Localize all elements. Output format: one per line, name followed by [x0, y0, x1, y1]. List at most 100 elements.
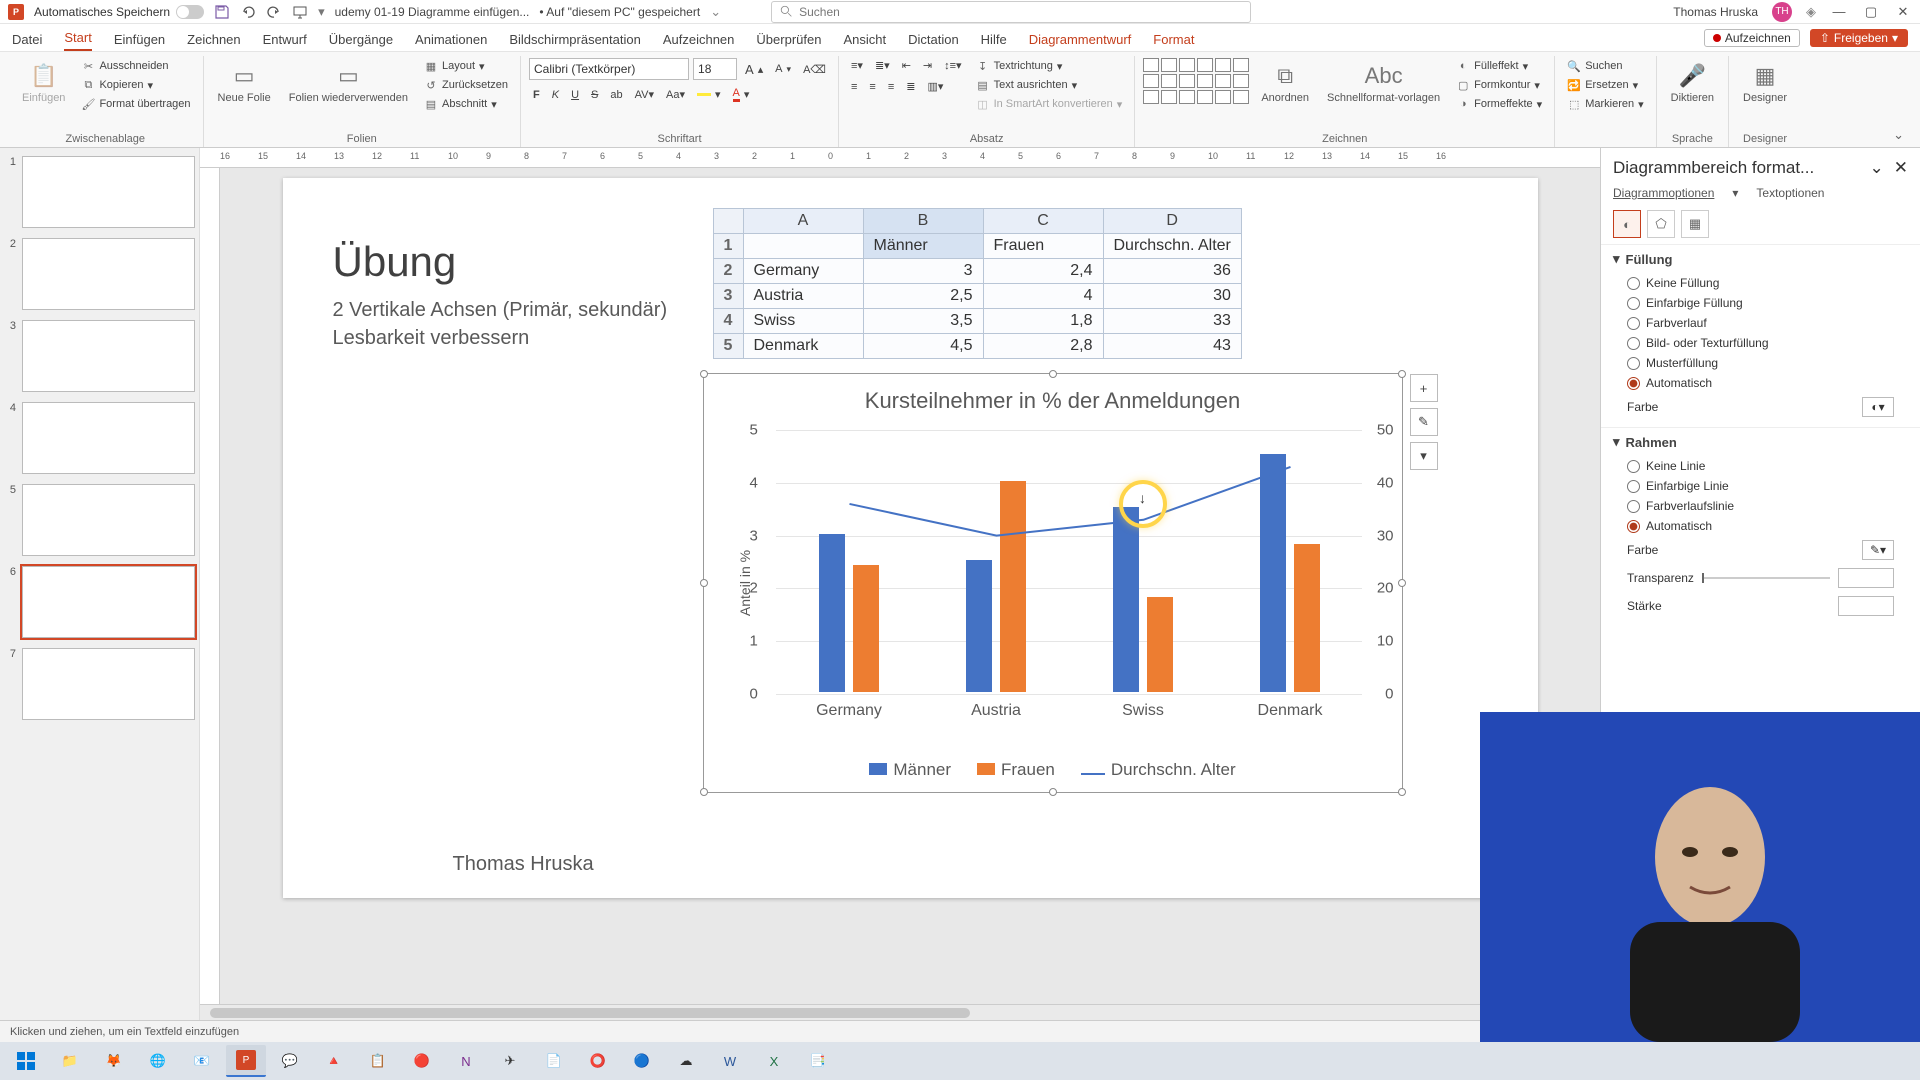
dictate-button[interactable]: 🎤Diktieren — [1665, 58, 1720, 108]
border-color-button[interactable]: ✎▾ — [1862, 540, 1894, 560]
present-icon[interactable] — [292, 4, 308, 20]
align-right-button[interactable]: ≡ — [884, 80, 898, 94]
onenote-icon[interactable]: N — [446, 1045, 486, 1077]
designer-button[interactable]: ▦Designer — [1737, 58, 1793, 108]
border-section-header[interactable]: ▾Rahmen — [1613, 434, 1908, 450]
format-painter-button[interactable]: 🖌Format übertragen — [77, 96, 194, 112]
tab-start[interactable]: Start — [64, 30, 91, 51]
slide-thumbnails[interactable]: 1 2 3 4 5 6 7 — [0, 148, 200, 1020]
reuse-slides-button[interactable]: ▭Folien wiederverwenden — [283, 58, 414, 108]
chart-legend[interactable]: Männer Frauen Durchschn. Alter — [704, 760, 1402, 780]
tab-format[interactable]: Format — [1153, 32, 1194, 51]
title-dropdown-icon[interactable]: ⌄ — [710, 4, 721, 20]
tab-review[interactable]: Überprüfen — [756, 32, 821, 51]
reset-button[interactable]: ↺Zurücksetzen — [420, 77, 512, 93]
section-button[interactable]: ▤Abschnitt▾ — [420, 96, 512, 112]
fill-solid-radio[interactable]: Einfarbige Füllung — [1613, 293, 1908, 313]
select-button[interactable]: ⬚Markieren▾ — [1563, 96, 1647, 112]
explorer-icon[interactable]: 📁 — [50, 1045, 90, 1077]
cut-button[interactable]: ✂Ausschneiden — [77, 58, 194, 74]
user-name[interactable]: Thomas Hruska — [1673, 5, 1758, 19]
font-family-combo[interactable]: Calibri (Textkörper) — [529, 58, 689, 80]
layout-button[interactable]: ▦Layout▾ — [420, 58, 512, 74]
app-icon-6[interactable]: 🔵 — [622, 1045, 662, 1077]
pane-dropdown-icon[interactable]: ⌄ — [1870, 158, 1884, 178]
shape-fill-button[interactable]: ◐Fülleffekt▾ — [1452, 58, 1546, 74]
fill-pattern-radio[interactable]: Musterfüllung — [1613, 353, 1908, 373]
highlight-button[interactable]: ▾ — [693, 87, 725, 102]
numbering-button[interactable]: ≣▾ — [871, 58, 894, 73]
border-auto-radio[interactable]: Automatisch — [1613, 516, 1908, 536]
clear-format-button[interactable]: A⌫ — [799, 62, 830, 77]
fill-auto-radio[interactable]: Automatisch — [1613, 373, 1908, 393]
line-spacing-button[interactable]: ↕≡▾ — [940, 58, 965, 73]
transparency-spinner[interactable] — [1838, 568, 1894, 588]
chart-title[interactable]: Kursteilnehmer in % der Anmeldungen — [704, 374, 1402, 414]
app-icon-5[interactable]: ⭕ — [578, 1045, 618, 1077]
width-spinner[interactable] — [1838, 596, 1894, 616]
smartart-button[interactable]: ◫In SmartArt konvertieren▾ — [972, 96, 1127, 112]
char-spacing-button[interactable]: AV▾ — [631, 87, 658, 102]
thumb-2[interactable]: 2 — [4, 238, 195, 310]
text-direction-button[interactable]: ↧Textrichtung▾ — [972, 58, 1127, 74]
thumb-1[interactable]: 1 — [4, 156, 195, 228]
align-center-button[interactable]: ≡ — [865, 80, 879, 94]
underline-button[interactable]: U — [567, 88, 583, 102]
align-text-button[interactable]: ▤Text ausrichten▾ — [972, 77, 1127, 93]
chart-elements-button[interactable]: + — [1410, 374, 1438, 402]
tab-design[interactable]: Entwurf — [263, 32, 307, 51]
save-location[interactable]: • Auf "diesem PC" gespeichert — [539, 5, 700, 19]
telegram-icon[interactable]: ✈ — [490, 1045, 530, 1077]
shadow-button[interactable]: ab — [606, 88, 626, 102]
columns-button[interactable]: ▥▾ — [923, 79, 947, 94]
tab-draw[interactable]: Zeichnen — [187, 32, 240, 51]
redo-icon[interactable] — [266, 4, 282, 20]
grow-font-button[interactable]: A▴ — [741, 61, 767, 78]
shrink-font-button[interactable]: A▾ — [771, 62, 795, 76]
avatar[interactable]: TH — [1772, 2, 1792, 22]
indent-inc-button[interactable]: ⇥ — [919, 58, 936, 73]
chart-data-table[interactable]: ABCD 1MännerFrauenDurchschn. Alter 2Germ… — [713, 208, 1242, 359]
new-slide-button[interactable]: ▭Neue Folie — [212, 58, 277, 108]
maximize-button[interactable]: ▢ — [1862, 3, 1880, 21]
chart-object[interactable]: + ✎ ▾ Kursteilnehmer in % der Anmeldunge… — [703, 373, 1403, 793]
app-icon-3[interactable]: 🔴 — [402, 1045, 442, 1077]
powerpoint-taskbar-icon[interactable]: P — [226, 1045, 266, 1077]
font-color-button[interactable]: A▾ — [729, 86, 754, 103]
horizontal-scrollbar[interactable] — [200, 1004, 1600, 1020]
chrome-icon[interactable]: 🌐 — [138, 1045, 178, 1077]
tab-chartdesign[interactable]: Diagrammentwurf — [1029, 32, 1132, 51]
tab-animations[interactable]: Animationen — [415, 32, 487, 51]
share-button[interactable]: ⇧Freigeben▾ — [1810, 29, 1908, 47]
fill-color-button[interactable]: ◐▾ — [1862, 397, 1894, 417]
bold-button[interactable]: F — [529, 88, 544, 102]
autosave-toggle[interactable]: Automatisches Speichern — [34, 5, 204, 19]
ribbon-collapse-button[interactable]: ⌄ — [1885, 123, 1912, 147]
outlook-icon[interactable]: 📧 — [182, 1045, 222, 1077]
border-none-radio[interactable]: Keine Linie — [1613, 456, 1908, 476]
app-icon-4[interactable]: 📄 — [534, 1045, 574, 1077]
quick-styles-button[interactable]: AbcSchnellformat-vorlagen — [1321, 58, 1446, 108]
excel-icon[interactable]: X — [754, 1045, 794, 1077]
tab-transitions[interactable]: Übergänge — [329, 32, 393, 51]
app-icon-1[interactable]: 💬 — [270, 1045, 310, 1077]
border-gradient-radio[interactable]: Farbverlaufslinie — [1613, 496, 1908, 516]
slide-canvas[interactable]: Übung 2 Vertikale Achsen (Primär, sekund… — [283, 178, 1538, 898]
thumb-7[interactable]: 7 — [4, 648, 195, 720]
vlc-icon[interactable]: 🔺 — [314, 1045, 354, 1077]
app-icon-2[interactable]: 📋 — [358, 1045, 398, 1077]
tab-dictation[interactable]: Dictation — [908, 32, 959, 51]
undo-icon[interactable] — [240, 4, 256, 20]
change-case-button[interactable]: Aa▾ — [662, 87, 689, 102]
save-icon[interactable] — [214, 4, 230, 20]
shape-effects-button[interactable]: ◑Formeffekte▾ — [1452, 96, 1546, 112]
thumb-4[interactable]: 4 — [4, 402, 195, 474]
search-input[interactable]: Suchen — [771, 1, 1251, 23]
vertical-ruler[interactable] — [200, 168, 220, 1004]
slide-subtitle[interactable]: 2 Vertikale Achsen (Primär, sekundär) Le… — [333, 296, 668, 352]
tab-record[interactable]: Aufzeichnen — [663, 32, 735, 51]
fill-section-header[interactable]: ▾Füllung — [1613, 251, 1908, 267]
horizontal-ruler[interactable]: 1615141312111098765432101234567891011121… — [200, 148, 1600, 168]
slide-author[interactable]: Thomas Hruska — [453, 853, 594, 876]
app-icon-7[interactable]: ☁ — [666, 1045, 706, 1077]
